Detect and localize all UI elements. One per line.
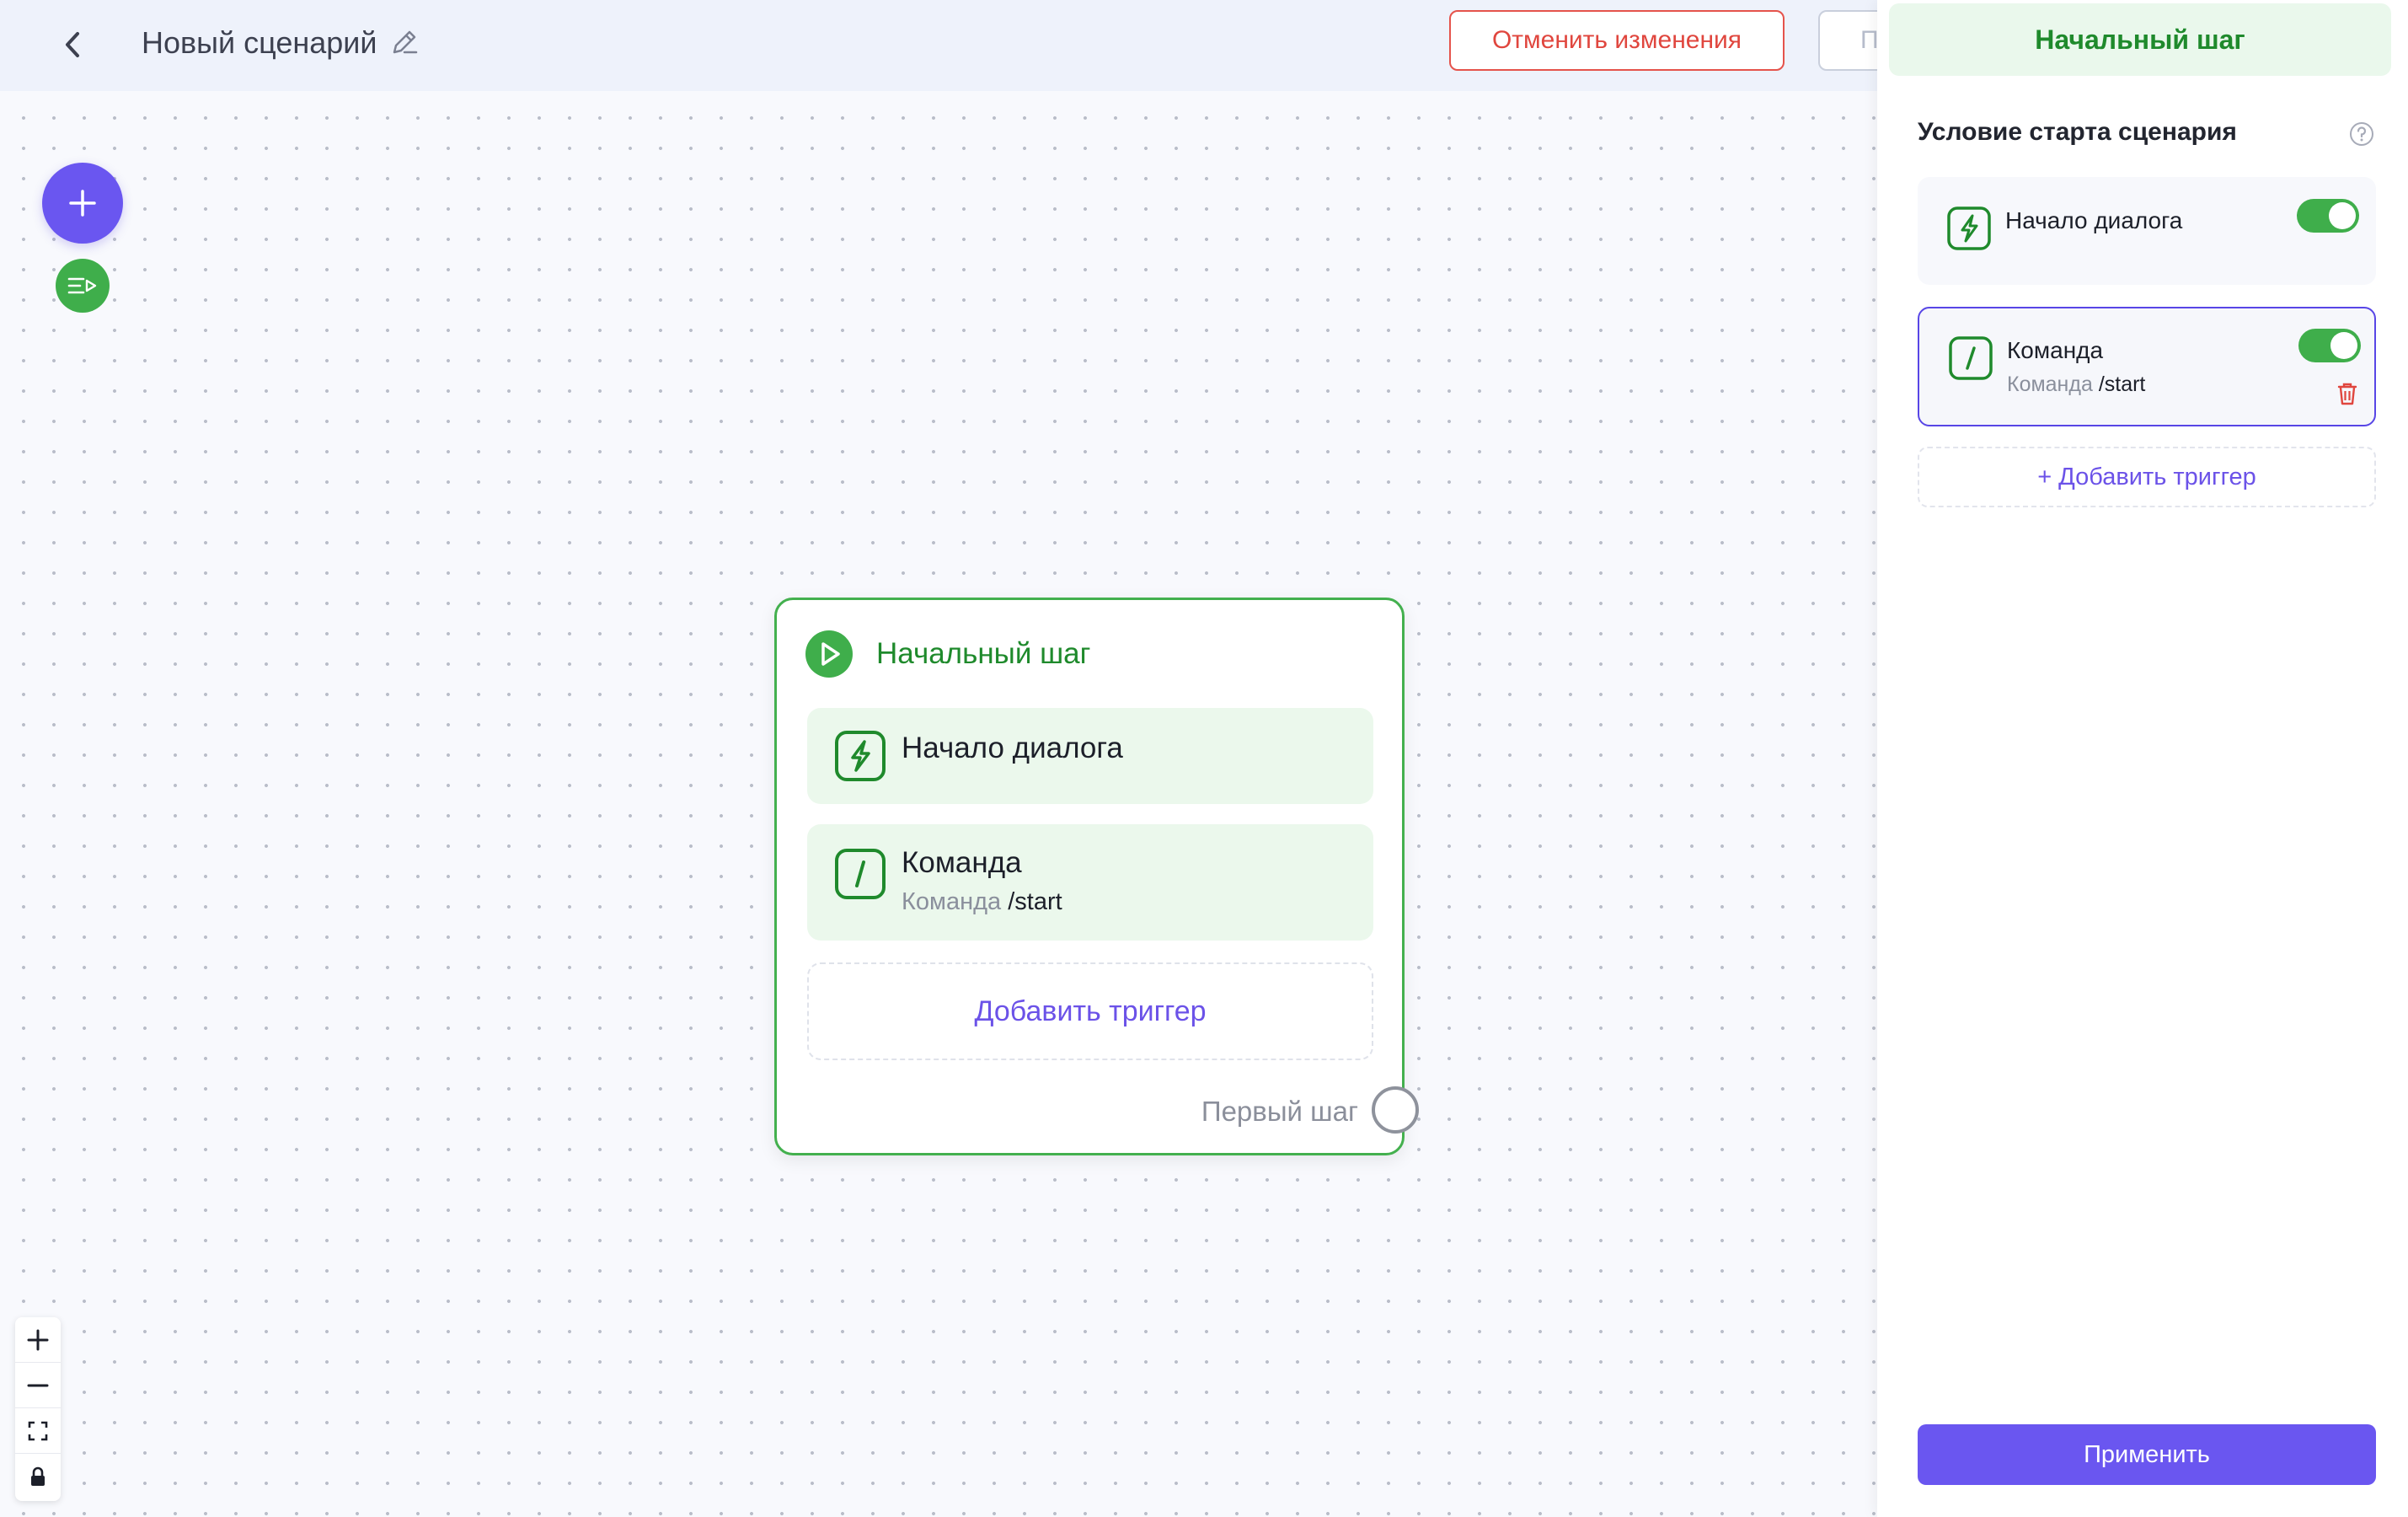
fullscreen-icon [28, 1421, 48, 1440]
steps-list-button[interactable] [56, 259, 110, 313]
apply-button[interactable]: Применить [1918, 1424, 2376, 1485]
zoom-controls [15, 1317, 61, 1501]
add-step-button[interactable] [42, 163, 123, 244]
lock-icon [31, 1466, 45, 1486]
node-trigger-command[interactable]: Команда Команда /start [807, 824, 1373, 941]
panel-trigger-dialog-start[interactable]: Начало диалога [1918, 177, 2376, 285]
panel-trigger-command[interactable]: Команда Команда /start [1918, 307, 2376, 426]
node-add-trigger-button[interactable]: Добавить триггер [807, 962, 1373, 1060]
fit-view-button[interactable] [15, 1408, 61, 1454]
output-port[interactable] [1372, 1086, 1419, 1134]
node-trigger-label: Команда [902, 846, 1022, 879]
trigger-enabled-toggle[interactable] [2297, 199, 2359, 233]
zoom-out-button[interactable] [15, 1363, 61, 1408]
slash-icon [835, 849, 886, 899]
panel-trigger-label: Начало диалога [2005, 207, 2183, 233]
help-icon[interactable] [2349, 121, 2374, 147]
plus-icon [69, 190, 96, 217]
panel-trigger-label: Команда [2007, 337, 2104, 363]
minus-icon [27, 1384, 49, 1386]
lightning-icon [835, 731, 886, 781]
plus-icon [27, 1329, 49, 1350]
node-header: Начальный шаг [805, 630, 1090, 678]
cancel-changes-button[interactable]: Отменить изменения [1449, 10, 1785, 71]
pencil-icon[interactable] [388, 25, 421, 59]
zoom-in-button[interactable] [15, 1317, 61, 1363]
panel-title: Начальный шаг [1889, 3, 2391, 76]
scenario-title: Новый сценарий [142, 25, 377, 60]
save-button[interactable]: П [1818, 10, 1877, 71]
play-icon [805, 630, 853, 678]
back-button[interactable] [52, 24, 94, 66]
node-trigger-label: Начало диалога [902, 732, 1123, 764]
slash-icon [1949, 336, 1993, 380]
trash-icon[interactable] [2336, 381, 2359, 406]
step-settings-panel: Начальный шаг Условие старта сценария На… [1877, 0, 2408, 1517]
panel-trigger-sub: Команда /start [2007, 373, 2146, 396]
playlist-icon [67, 277, 97, 294]
lock-canvas-button[interactable] [15, 1454, 61, 1499]
first-step-label: Первый шаг [1201, 1096, 1358, 1127]
lightning-icon [1947, 206, 1991, 250]
start-step-node[interactable]: Начальный шаг Начало диалога Команда Ком… [774, 598, 1419, 1155]
start-condition-heading: Условие старта сценария [1918, 118, 2237, 146]
node-trigger-sub: Команда /start [902, 888, 1062, 915]
trigger-enabled-toggle[interactable] [2298, 329, 2361, 362]
node-title: Начальный шаг [876, 637, 1091, 670]
chevron-left-icon [66, 32, 79, 57]
panel-add-trigger-button[interactable]: + Добавить триггер [1918, 447, 2376, 507]
top-bar: Новый сценарий Отменить изменения П [0, 0, 1877, 91]
node-trigger-dialog-start[interactable]: Начало диалога [807, 708, 1373, 804]
